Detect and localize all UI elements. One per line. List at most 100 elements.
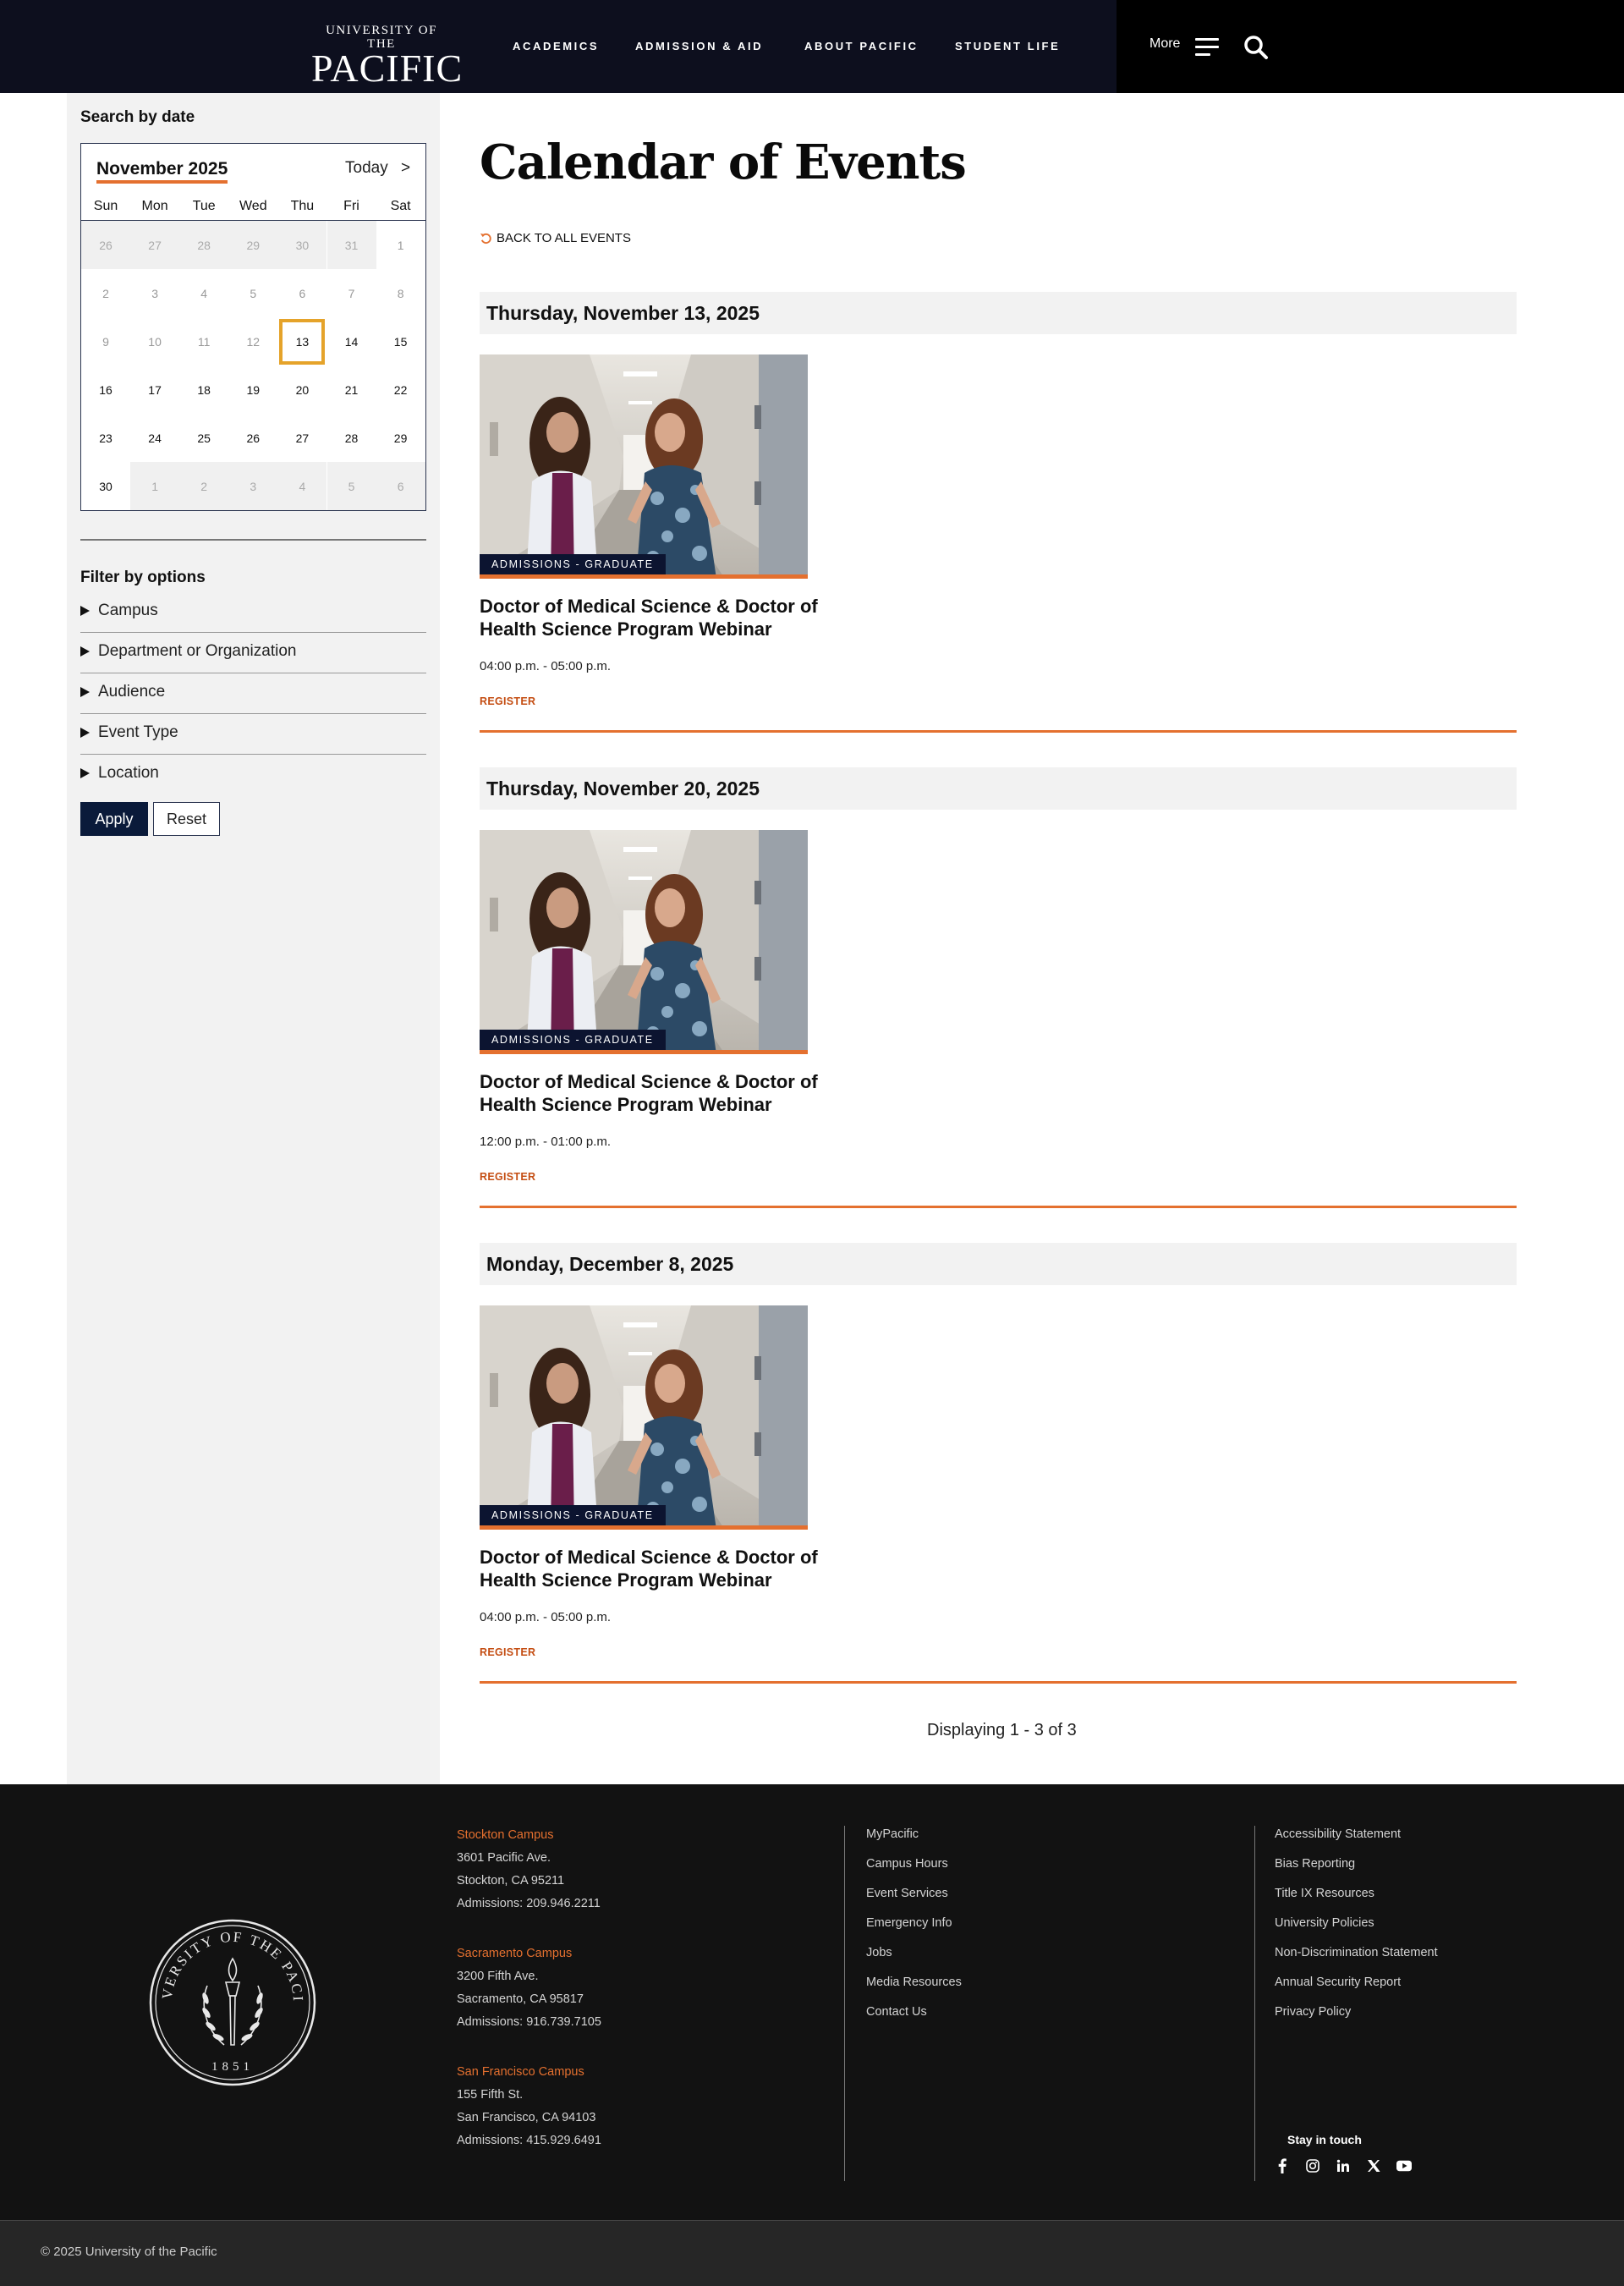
footer-link[interactable]: MyPacific (866, 1820, 962, 1849)
footer-link[interactable]: Jobs (866, 1938, 962, 1968)
event-image[interactable]: ADMISSIONS - GRADUATE (480, 830, 808, 1054)
facebook-icon[interactable] (1275, 2158, 1290, 2173)
footer-link[interactable]: Emergency Info (866, 1909, 962, 1938)
event-title-link[interactable]: Doctor of Medical Science & Doctor of He… (480, 1070, 835, 1116)
event-time: 04:00 p.m. - 05:00 p.m. (480, 659, 612, 673)
calendar-day[interactable]: 25 (179, 414, 228, 462)
calendar-day[interactable]: 29 (228, 221, 278, 269)
university-logo[interactable]: UNIVERSITY OF THE PACIFIC (311, 24, 462, 88)
calendar-day[interactable]: 1 (376, 221, 425, 269)
calendar-day[interactable]: 30 (277, 221, 327, 269)
calendar-day[interactable]: 24 (130, 414, 179, 462)
nav-student-life[interactable]: STUDENT LIFE (955, 40, 1060, 52)
footer-link[interactable]: Campus Hours (866, 1849, 962, 1879)
more-label[interactable]: More (1149, 36, 1180, 52)
footer-link[interactable]: Annual Security Report (1275, 1968, 1438, 1998)
calendar-day[interactable]: 19 (228, 365, 277, 414)
youtube-icon[interactable] (1396, 2158, 1412, 2173)
footer-link[interactable]: University Policies (1275, 1909, 1438, 1938)
register-link[interactable]: REGISTER (480, 1646, 535, 1658)
campus-name-link[interactable]: San Francisco Campus (457, 2061, 601, 2084)
event-title-link[interactable]: Doctor of Medical Science & Doctor of He… (480, 595, 835, 640)
calendar-day[interactable]: 8 (376, 269, 425, 317)
calendar-day[interactable]: 21 (327, 365, 376, 414)
x-icon[interactable] (1366, 2158, 1381, 2173)
calendar-day[interactable]: 2 (179, 462, 229, 510)
calendar-day[interactable]: 7 (327, 269, 376, 317)
calendar-day[interactable]: 17 (130, 365, 179, 414)
event-image[interactable]: ADMISSIONS - GRADUATE (480, 1305, 808, 1530)
footer-link[interactable]: Accessibility Statement (1275, 1820, 1438, 1849)
calendar-day[interactable]: 11 (179, 317, 228, 365)
calendar-day[interactable]: 1 (130, 462, 180, 510)
calendar-day[interactable]: 6 (376, 462, 425, 510)
reset-button[interactable]: Reset (153, 802, 220, 836)
stay-in-touch-label: Stay in touch (1287, 2133, 1362, 2146)
calendar-day[interactable]: 4 (277, 462, 327, 510)
calendar-day[interactable]: 15 (376, 317, 425, 365)
calendar-day[interactable]: 3 (130, 269, 179, 317)
filter-audience[interactable]: Audience (80, 673, 426, 714)
calendar-day[interactable]: 4 (179, 269, 228, 317)
nav-academics[interactable]: ACADEMICS (513, 40, 599, 52)
event-title-link[interactable]: Doctor of Medical Science & Doctor of He… (480, 1546, 835, 1591)
calendar-day-selected[interactable]: 13 (277, 317, 326, 365)
calendar-next-button[interactable]: > (401, 159, 410, 178)
instagram-icon[interactable] (1305, 2158, 1320, 2173)
calendar-day[interactable]: 5 (326, 462, 376, 510)
calendar-day[interactable]: 5 (228, 269, 277, 317)
footer-link[interactable]: Event Services (866, 1879, 962, 1909)
campus-name-link[interactable]: Stockton Campus (457, 1824, 601, 1847)
footer-link[interactable]: Title IX Resources (1275, 1879, 1438, 1909)
calendar-day[interactable]: 16 (81, 365, 130, 414)
footer-link[interactable]: Media Resources (866, 1968, 962, 1998)
nav-admission-aid[interactable]: ADMISSION & AID (635, 40, 763, 52)
day-number: 13 (279, 318, 326, 365)
calendar-month-label[interactable]: November 2025 (96, 159, 228, 184)
calendar-day[interactable]: 20 (277, 365, 326, 414)
campus-name-link[interactable]: Sacramento Campus (457, 1943, 601, 1965)
filter-location[interactable]: Location (80, 755, 426, 795)
nav-about-pacific[interactable]: ABOUT PACIFIC (804, 40, 919, 52)
calendar-day[interactable]: 31 (326, 221, 376, 269)
apply-button[interactable]: Apply (80, 802, 148, 836)
event-category-tag[interactable]: ADMISSIONS - GRADUATE (480, 554, 666, 574)
footer-links-col1: MyPacific Campus Hours Event Services Emerg… (866, 1820, 962, 2027)
linkedin-icon[interactable] (1336, 2158, 1351, 2173)
calendar-day[interactable]: 30 (81, 462, 130, 510)
event-category-tag[interactable]: ADMISSIONS - GRADUATE (480, 1030, 666, 1050)
calendar-day[interactable]: 10 (130, 317, 179, 365)
footer-link[interactable]: Contact Us (866, 1998, 962, 2027)
calendar-day[interactable]: 22 (376, 365, 425, 414)
register-link[interactable]: REGISTER (480, 1171, 535, 1183)
filter-campus[interactable]: Campus (80, 592, 426, 633)
calendar-day[interactable]: 12 (228, 317, 277, 365)
calendar-day[interactable]: 6 (277, 269, 326, 317)
footer-link[interactable]: Bias Reporting (1275, 1849, 1438, 1879)
footer-link[interactable]: Privacy Policy (1275, 1998, 1438, 2027)
search-icon[interactable] (1243, 35, 1269, 60)
footer-link[interactable]: Non-Discrimination Statement (1275, 1938, 1438, 1968)
filter-event-type[interactable]: Event Type (80, 714, 426, 755)
calendar-day[interactable]: 3 (228, 462, 278, 510)
calendar-today-button[interactable]: Today (345, 159, 388, 178)
filter-department[interactable]: Department or Organization (80, 633, 426, 673)
register-link[interactable]: REGISTER (480, 695, 535, 707)
calendar-day[interactable]: 18 (179, 365, 228, 414)
calendar-day[interactable]: 27 (277, 414, 326, 462)
calendar-day[interactable]: 28 (179, 221, 229, 269)
calendar-day[interactable]: 23 (81, 414, 130, 462)
hamburger-menu-icon[interactable] (1195, 36, 1219, 57)
day-number: 3 (151, 286, 158, 300)
calendar-day[interactable]: 29 (376, 414, 425, 462)
calendar-day[interactable]: 26 (228, 414, 277, 462)
calendar-day[interactable]: 14 (327, 317, 376, 365)
calendar-day[interactable]: 27 (130, 221, 180, 269)
event-category-tag[interactable]: ADMISSIONS - GRADUATE (480, 1505, 666, 1525)
calendar-day[interactable]: 2 (81, 269, 130, 317)
back-to-all-events-link[interactable]: BACK TO ALL EVENTS (480, 231, 631, 245)
event-image[interactable]: ADMISSIONS - GRADUATE (480, 354, 808, 579)
calendar-day[interactable]: 28 (327, 414, 376, 462)
calendar-day[interactable]: 26 (81, 221, 130, 269)
calendar-day[interactable]: 9 (81, 317, 130, 365)
